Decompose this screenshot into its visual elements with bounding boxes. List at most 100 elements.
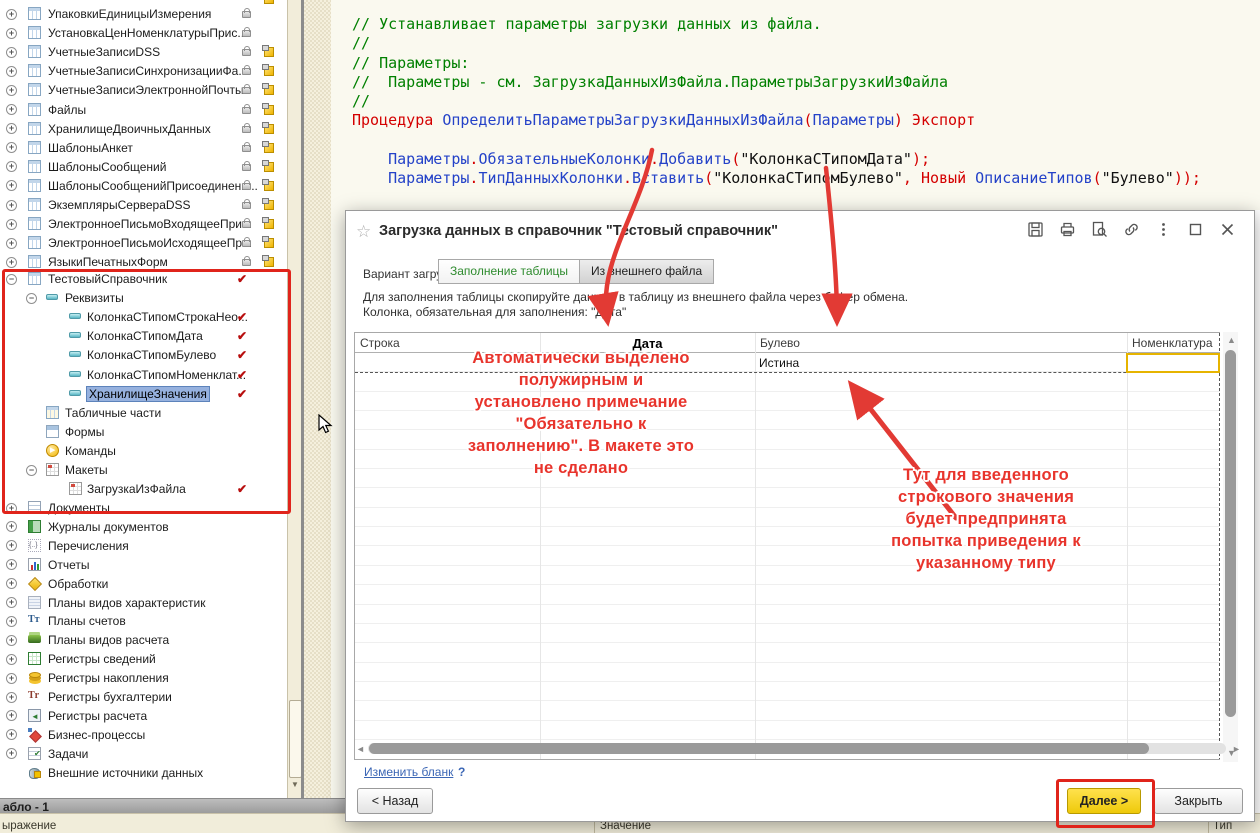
expand-icon[interactable]: + [6, 729, 17, 740]
tree-item-label[interactable]: КолонкаСТипомСтрокаНео... [87, 310, 248, 324]
expand-icon[interactable]: + [6, 104, 17, 115]
tree-item[interactable]: +Обработки [0, 575, 287, 593]
table-row[interactable] [355, 605, 1220, 624]
tree-item-label[interactable]: ЭлектронноеПисьмоИсходящееПр... [48, 236, 252, 250]
tree-item-label[interactable]: Регистры расчета [48, 709, 147, 723]
tree-item[interactable]: +УчетныеЗаписиСинхронизацииФа... [0, 62, 287, 80]
column-header-1[interactable]: Строка [355, 333, 540, 353]
tree-item[interactable]: +Файлы [0, 101, 287, 119]
tree-item-label[interactable]: Планы видов характеристик [48, 596, 205, 610]
tree-item-label[interactable]: Перечисления [48, 539, 129, 553]
tree-item-label[interactable]: Внешние источники данных [48, 766, 203, 780]
table-row[interactable] [355, 411, 1220, 430]
help-question-mark[interactable]: ? [458, 765, 465, 779]
tree-item-label[interactable]: КолонкаСТипомБулево [87, 348, 216, 362]
tree-item-label[interactable]: ЭлектронноеПисьмоВходящееПри... [48, 217, 252, 231]
tree-item-label[interactable]: Табличные части [65, 406, 161, 420]
table-hscroll-thumb[interactable] [369, 743, 1149, 754]
tree-item-label[interactable]: ХранилищеЗначения [87, 387, 209, 401]
tree-item-label[interactable]: УчетныеЗаписиСинхронизацииФа... [48, 64, 248, 78]
tree-item[interactable]: +Регистры расчета [0, 707, 287, 725]
expand-icon[interactable]: + [6, 748, 17, 759]
table-row[interactable] [355, 721, 1220, 740]
tree-item-label[interactable]: Задачи [48, 747, 88, 761]
tree-item-label[interactable]: Планы счетов [48, 614, 126, 628]
tree-item[interactable]: +УчетныеЗаписиЭлектроннойПочты [0, 81, 287, 99]
tree-item-label[interactable]: ЗагрузкаИзФайла [87, 482, 186, 496]
tree-item[interactable]: Внешние источники данных [0, 764, 287, 782]
table-horizontal-scrollbar[interactable]: ◄ ► [356, 742, 1240, 756]
tree-item[interactable]: +Планы видов характеристик [0, 594, 287, 612]
column-header-4[interactable]: Номенклатура [1127, 333, 1220, 353]
expand-icon[interactable]: + [6, 654, 17, 665]
column-divider[interactable] [1127, 333, 1128, 760]
tree-item-label[interactable]: Планы видов расчета [48, 633, 169, 647]
code-editor[interactable]: // Устанавливает параметры загрузки данн… [347, 0, 1260, 210]
tree-item[interactable]: + Задачи [0, 745, 287, 763]
code-line[interactable]: Параметры.ТипДанныхКолонки.Вставить("Кол… [352, 169, 1201, 187]
tree-item[interactable]: +ЯзыкиПечатныхФорм [0, 253, 287, 271]
favorite-star-icon[interactable]: ☆ [356, 222, 371, 242]
tree-item[interactable]: + ЭлектронноеПисьмоВходящееПри... [0, 215, 287, 233]
expand-icon[interactable]: + [6, 142, 17, 153]
code-line[interactable]: // [352, 34, 370, 52]
expand-icon[interactable]: + [6, 180, 17, 191]
table-row[interactable] [355, 469, 1220, 488]
table-row[interactable] [355, 372, 1220, 391]
tree-item[interactable]: + Планы счетов [0, 612, 287, 630]
tree-item-label[interactable]: Формы [65, 425, 104, 439]
column-header-2[interactable]: Дата [540, 333, 755, 353]
tree-item[interactable]: Табличные части [0, 404, 287, 422]
expand-icon[interactable]: + [6, 161, 17, 172]
tree-item-label[interactable]: Журналы документов [48, 520, 169, 534]
tree-item-label[interactable]: Документы [48, 501, 110, 515]
save-icon[interactable] [1027, 221, 1044, 238]
expand-icon[interactable]: + [6, 123, 17, 134]
tree-item-label[interactable]: Команды [65, 444, 116, 458]
expand-icon[interactable]: + [6, 503, 17, 514]
tree-item[interactable]: +ЭкземплярыСервераDSS [0, 196, 287, 214]
tree-item[interactable]: −Реквизиты [0, 289, 287, 307]
scroll-up-icon[interactable]: ▲ [1227, 335, 1236, 345]
tree-item-label[interactable]: УчетныеЗаписиDSS [48, 45, 160, 59]
expand-icon[interactable]: + [6, 47, 17, 58]
link-icon[interactable] [1123, 221, 1140, 238]
tree-item[interactable]: +Регистры сведений [0, 650, 287, 668]
tree-item-label[interactable]: ШаблоныСообщений [48, 160, 166, 174]
selected-cell-outline[interactable] [1126, 353, 1220, 373]
tree-item[interactable]: + ЭлектронноеПисьмоИсходящееПр... [0, 234, 287, 252]
code-line[interactable]: Параметры.ОбязательныеКолонки.Добавить("… [352, 150, 930, 168]
table-row[interactable] [355, 450, 1220, 469]
table-row[interactable] [355, 430, 1220, 449]
data-table[interactable]: СтрокаДатаБулевоНоменклатураИстина [354, 332, 1220, 760]
tree-item[interactable]: ХранилищеЗначения✔ [0, 385, 287, 403]
tree-item-label[interactable]: ШаблоныСообщенийПрисоединенн... [48, 179, 258, 193]
tree-item[interactable]: КолонкаСТипомНоменклат...✔ [0, 366, 287, 384]
column-divider[interactable] [755, 333, 756, 760]
expand-icon[interactable]: + [6, 28, 17, 39]
tree-item[interactable]: + ШаблоныСообщенийПрисоединенн... [0, 177, 287, 195]
variant-option-button[interactable]: Из внешнего файла [580, 259, 714, 284]
expand-icon[interactable]: + [6, 219, 17, 230]
edit-form-link[interactable]: Изменить бланк [364, 765, 453, 779]
expand-icon[interactable]: + [6, 238, 17, 249]
expand-icon[interactable]: + [6, 616, 17, 627]
expand-icon[interactable]: + [6, 9, 17, 20]
print-icon[interactable] [1059, 221, 1076, 238]
expand-icon[interactable]: + [6, 635, 17, 646]
tree-item-label[interactable]: Регистры бухгалтерии [48, 690, 172, 704]
table-row[interactable] [355, 585, 1220, 604]
tree-item-label[interactable]: Обработки [48, 577, 108, 591]
expand-icon[interactable]: + [6, 559, 17, 570]
more-icon[interactable] [1155, 221, 1172, 238]
expand-icon[interactable]: + [6, 521, 17, 532]
tree-item[interactable]: + ШаблоныСообщений [0, 158, 287, 176]
table-vertical-scrollbar[interactable]: ▲ ▼ [1223, 332, 1238, 762]
code-line[interactable]: // Параметры: [352, 54, 469, 72]
tree-item[interactable]: + Документы [0, 499, 287, 517]
expand-icon[interactable]: + [6, 540, 17, 551]
tree-item[interactable]: +Бизнес-процессы [0, 726, 287, 744]
expand-icon[interactable]: + [6, 257, 17, 268]
tree-item-label[interactable]: Отчеты [48, 558, 89, 572]
tree-item[interactable]: + Перечисления [0, 537, 287, 555]
